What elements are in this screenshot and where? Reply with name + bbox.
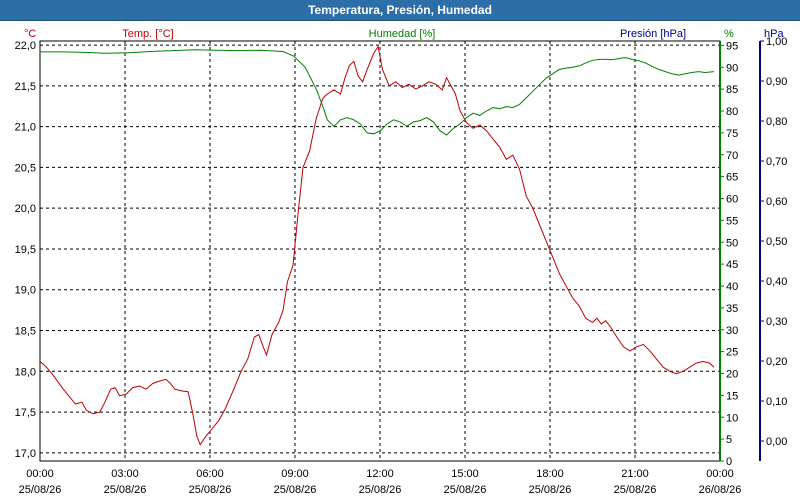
y-tick-temperature: 17,0	[15, 448, 36, 460]
y-tick-temperature: 20,5	[15, 162, 36, 174]
y-tick-pressure: 0,30	[766, 316, 787, 328]
x-tick-date: 25/08/26	[359, 484, 402, 496]
temperature-unit-label: °C	[24, 28, 36, 40]
y-tick-humidity: 65	[726, 172, 738, 184]
y-tick-temperature: 18,5	[15, 326, 36, 338]
tick-labels: 00:00 25/08/26 03:00 25/08/26 06:00 25/08/26 0…	[15, 36, 788, 496]
x-tick-date: 25/08/26	[104, 484, 147, 496]
series-line-humidity	[40, 49, 715, 136]
y-tick-humidity: 80	[726, 106, 738, 118]
y-tick-pressure: 0,00	[766, 436, 787, 448]
y-tick-humidity: 15	[726, 390, 738, 402]
y-tick-temperature: 19,5	[15, 244, 36, 256]
x-tick-time: 18:00	[536, 468, 564, 480]
y-tick-pressure: 0,20	[766, 356, 787, 368]
series-lines	[39, 45, 715, 446]
y-tick-humidity: 0	[726, 456, 732, 468]
x-tick-time: 12:00	[366, 468, 394, 480]
y-tick-temperature: 21,0	[15, 122, 36, 134]
y-tick-humidity: 35	[726, 303, 738, 315]
y-tick-humidity: 40	[726, 281, 738, 293]
y-tick-humidity: 95	[726, 40, 738, 52]
legend-humidity: Humedad [%]	[369, 28, 436, 40]
y-tick-humidity: 60	[726, 194, 738, 206]
x-tick-time: 21:00	[621, 468, 649, 480]
x-tick-date: 25/08/26	[614, 484, 657, 496]
y-tick-humidity: 25	[726, 347, 738, 359]
y-tick-humidity: 10	[726, 412, 738, 424]
humidity-unit-label: %	[724, 28, 734, 40]
y-tick-pressure: 0,80	[766, 116, 787, 128]
y-tick-humidity: 90	[726, 62, 738, 74]
x-tick-date: 25/08/26	[189, 484, 232, 496]
chart-title-bar: Temperatura, Presión, Humedad	[0, 0, 800, 21]
y-tick-humidity: 20	[726, 369, 738, 381]
y-tick-humidity: 85	[726, 84, 738, 96]
y-tick-temperature: 18,0	[15, 366, 36, 378]
pressure-unit-label: hPa	[764, 28, 784, 40]
y-tick-temperature: 17,5	[15, 407, 36, 419]
y-tick-temperature: 20,0	[15, 203, 36, 215]
legend-temperature: Temp. [°C]	[122, 28, 173, 40]
x-tick-date: 25/08/26	[444, 484, 487, 496]
y-tick-temperature: 19,0	[15, 285, 36, 297]
y-tick-pressure: 0,40	[766, 276, 787, 288]
y-tick-pressure: 0,90	[766, 76, 787, 88]
axes	[39, 40, 764, 462]
axis-legends: °C% hPa Temp. [°C] Humedad [%] Presión [hPa]	[24, 28, 784, 40]
series-line-temperature	[39, 45, 715, 446]
grid-lines	[39, 41, 721, 461]
y-tick-pressure: 0,60	[766, 196, 787, 208]
y-tick-pressure: 0,10	[766, 396, 787, 408]
chart-title: Temperatura, Presión, Humedad	[308, 3, 492, 17]
y-tick-temperature: 22,0	[15, 40, 36, 52]
y-tick-humidity: 45	[726, 259, 738, 271]
x-tick-date: 25/08/26	[19, 484, 62, 496]
y-tick-humidity: 55	[726, 215, 738, 227]
x-tick-date: 25/08/26	[274, 484, 317, 496]
y-tick-pressure: 0,50	[766, 236, 787, 248]
x-tick-time: 03:00	[111, 468, 139, 480]
legend-pressure: Presión [hPa]	[620, 28, 686, 40]
y-tick-humidity: 30	[726, 325, 738, 337]
x-tick-time: 09:00	[281, 468, 309, 480]
y-tick-humidity: 5	[726, 434, 732, 446]
x-tick-time: 00:00	[706, 468, 734, 480]
y-tick-temperature: 21,5	[15, 81, 36, 93]
x-tick-date: 26/08/26	[699, 484, 742, 496]
x-tick-date: 25/08/26	[529, 484, 572, 496]
x-tick-time: 06:00	[196, 468, 224, 480]
chart-area: 00:00 25/08/26 03:00 25/08/26 06:00 25/08/26 0…	[15, 28, 788, 496]
y-tick-pressure: 0,70	[766, 156, 787, 168]
y-tick-humidity: 70	[726, 150, 738, 162]
x-tick-time: 15:00	[451, 468, 479, 480]
x-tick-time: 00:00	[26, 468, 54, 480]
y-tick-humidity: 75	[726, 128, 738, 140]
y-tick-humidity: 50	[726, 237, 738, 249]
